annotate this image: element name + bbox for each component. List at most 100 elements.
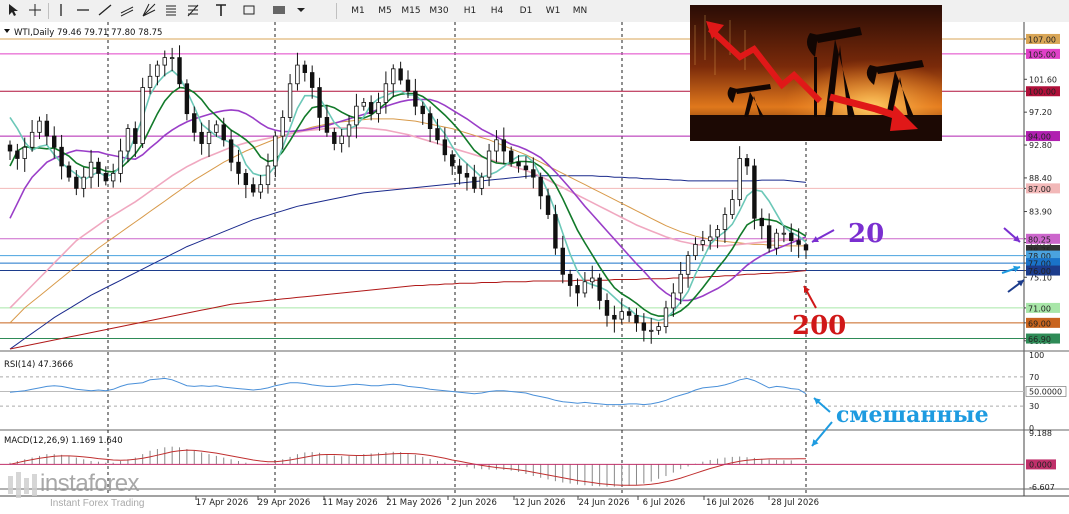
price-label-tag: 80.25	[1026, 233, 1060, 244]
price-tick-label: 101.60	[1029, 75, 1057, 84]
timeframe-m15[interactable]: M15	[399, 3, 423, 19]
candle-body	[766, 225, 772, 249]
candle-body	[442, 139, 448, 156]
timeframe-mn[interactable]: MN	[568, 3, 592, 19]
candle-body	[420, 105, 425, 115]
candle-body	[730, 199, 735, 215]
vertical-line-icon[interactable]	[52, 3, 70, 19]
candle-body	[7, 144, 13, 152]
time-axis-label: 12 Jun 2026	[514, 498, 565, 508]
candle-body	[361, 102, 366, 107]
candle-body	[184, 83, 190, 115]
candle-body	[169, 57, 175, 60]
rsi-axis-label: 50.0000	[1029, 388, 1062, 397]
candle-body	[96, 161, 101, 174]
candle-body	[383, 83, 389, 103]
crosshair-icon[interactable]	[26, 3, 44, 19]
fibo-fan-icon[interactable]	[184, 3, 202, 19]
candle-body	[103, 173, 109, 182]
candle-body	[545, 195, 551, 215]
price-label-text: 94.00	[1028, 133, 1051, 142]
macd-header: MACD(12,26,9) 1.169 1.640	[4, 436, 123, 446]
candle-body	[781, 232, 787, 235]
fibonacci-icon[interactable]	[162, 3, 180, 19]
rsi-axis-label: 30	[1029, 402, 1039, 411]
candle-body	[332, 131, 337, 144]
candle-body	[464, 173, 470, 178]
candle-body	[302, 64, 308, 73]
candle-body	[192, 113, 197, 133]
price-label-text: 100.00	[1028, 88, 1056, 97]
candle-body	[74, 176, 79, 189]
candle-body	[678, 273, 683, 294]
candle-body	[258, 184, 263, 193]
candle-body	[590, 277, 595, 283]
candle-body	[472, 176, 477, 189]
channel-icon[interactable]	[118, 3, 136, 19]
candle-body	[663, 307, 669, 327]
candle-body	[700, 240, 706, 245]
timeframe-h1[interactable]: H1	[458, 3, 482, 19]
candle-body	[162, 57, 167, 66]
candle-body	[236, 161, 241, 174]
shapes-icon[interactable]	[268, 3, 308, 19]
horizontal-line-icon[interactable]	[74, 3, 92, 19]
candle-body	[427, 113, 433, 129]
timeframe-w1[interactable]: W1	[541, 3, 565, 19]
candle-body	[604, 300, 610, 316]
candle-body	[744, 158, 750, 167]
candle-body	[685, 255, 691, 275]
candle-body	[582, 281, 588, 294]
price-label-text: 105.00	[1028, 50, 1056, 59]
candle-body	[66, 165, 72, 178]
candle-body	[221, 124, 226, 141]
rsi-axis-label: 70	[1029, 373, 1039, 382]
timeframe-d1[interactable]: D1	[514, 3, 538, 19]
candle-body	[243, 173, 249, 186]
candle-body	[206, 131, 212, 144]
candle-body	[457, 165, 462, 174]
candle-body	[309, 72, 315, 88]
gann-icon[interactable]	[140, 3, 158, 19]
watermark-brand: instaforex	[40, 470, 140, 497]
candle-body	[317, 87, 322, 118]
candle-body	[295, 64, 300, 85]
candle-body	[508, 150, 514, 163]
candle-body	[553, 214, 558, 249]
time-axis-label: 2 Jun 2026	[451, 498, 497, 508]
timeframe-m1[interactable]: M1	[346, 3, 370, 19]
timeframe-h4[interactable]: H4	[485, 3, 509, 19]
timeframe-m30[interactable]: M30	[427, 3, 451, 19]
text-icon[interactable]	[212, 3, 230, 19]
candle-body	[789, 232, 794, 242]
candle-body	[324, 116, 330, 133]
candle-body	[177, 57, 182, 85]
candle-body	[339, 135, 344, 144]
candle-body	[280, 116, 285, 137]
label-icon[interactable]	[240, 3, 258, 19]
time-axis-label: 6 Jul 2026	[643, 498, 686, 508]
candle-body	[413, 90, 418, 107]
main-header: WTI,Daily 79.46 79.71 77.80 78.75	[14, 28, 162, 38]
candle-body	[44, 120, 50, 137]
terminal-window: M1M5M15M30 H1H4 D1W1MN 107.00 105.00 101.60 1…	[0, 0, 1069, 514]
candle-body	[486, 150, 492, 178]
cursor-icon[interactable]	[4, 3, 22, 19]
timeframe-m5[interactable]: M5	[373, 3, 397, 19]
time-axis-label: 21 May 2026	[386, 498, 441, 508]
trendline-icon[interactable]	[96, 3, 114, 19]
candle-body	[88, 161, 94, 178]
candle-body	[567, 273, 573, 286]
candle-body	[737, 158, 742, 200]
candle-body	[37, 120, 42, 133]
candle-body	[707, 236, 713, 242]
candle-body	[479, 176, 484, 189]
candle-body	[29, 131, 35, 148]
candle-body	[391, 68, 396, 85]
time-axis-label: 11 May 2026	[322, 498, 377, 508]
candle-body	[531, 169, 536, 178]
time-axis-label: 24 Jun 2026	[578, 498, 629, 508]
candle-body	[560, 247, 565, 275]
candle-body	[649, 329, 654, 332]
candle-body	[22, 146, 27, 159]
